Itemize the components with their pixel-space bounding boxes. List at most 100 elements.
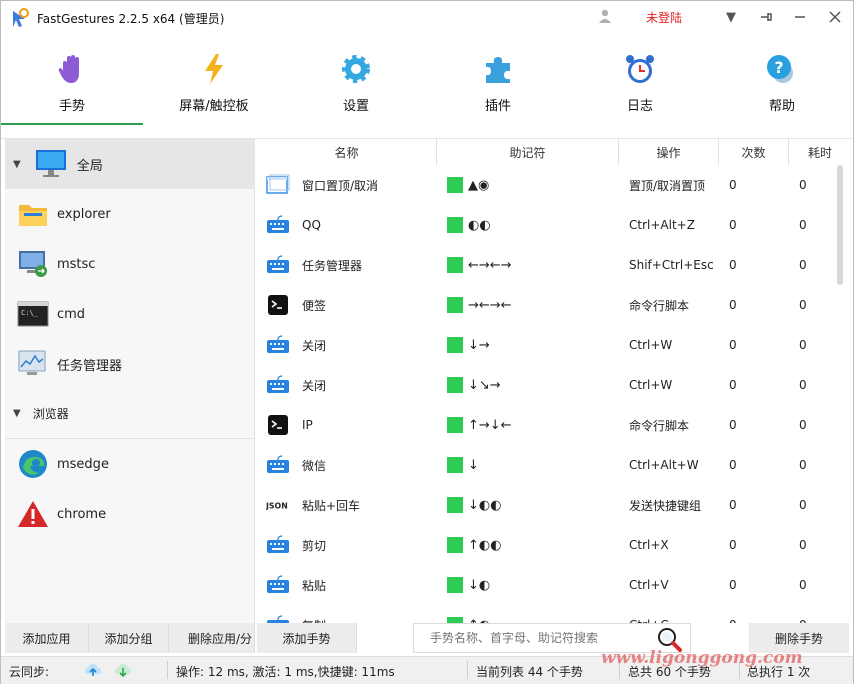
tab-label: 帮助 xyxy=(768,99,795,114)
sidebar-item-label: msedge xyxy=(57,456,109,472)
add-app-button[interactable]: 添加应用 xyxy=(5,623,89,653)
table-row[interactable]: 窗口置顶/取消 ▲◉ 置顶/取消置顶 0 0 xyxy=(257,165,837,205)
mnemonic-cell: ↓ xyxy=(437,457,619,473)
gesture-color-swatch xyxy=(447,537,463,553)
collapse-triangle-icon[interactable]: ▼ xyxy=(13,408,21,419)
table-row[interactable]: 微信 ↓ Ctrl+Alt+W 0 0 xyxy=(257,445,837,485)
tab-label: 设置 xyxy=(342,99,369,114)
mnemonic-cell: ↑◐◐ xyxy=(437,537,619,553)
name-cell: 粘贴 xyxy=(257,573,437,597)
mnemonic-cell: ◐◐ xyxy=(437,217,619,233)
table-header: 名称 助记符 操作 次数 耗时 xyxy=(257,139,851,165)
user-icon[interactable] xyxy=(598,8,612,24)
dropdown-menu-icon[interactable]: ▼ xyxy=(721,7,741,27)
app-logo-icon xyxy=(9,7,31,29)
sidebar-item-label: mstsc xyxy=(57,256,96,272)
gesture-time: 0 xyxy=(799,378,807,392)
svg-text:C:\_: C:\_ xyxy=(21,309,39,317)
table-row[interactable]: 关闭 ↓↘→ Ctrl+W 0 0 xyxy=(257,365,837,405)
warning-icon xyxy=(17,498,49,530)
sidebar-group-browsers[interactable]: ▼ 浏览器 xyxy=(5,389,255,439)
pin-icon[interactable] xyxy=(756,7,776,27)
gesture-count: 0 xyxy=(729,378,737,392)
terminal-icon xyxy=(266,293,290,317)
cloud-upload-icon[interactable] xyxy=(84,661,102,679)
gesture-time: 0 xyxy=(799,578,807,592)
sidebar-item-chrome[interactable]: chrome xyxy=(5,489,255,539)
tab-settings[interactable]: 设置 xyxy=(285,41,427,125)
sidebar-item-label: explorer xyxy=(57,206,111,222)
gesture-time: 0 xyxy=(799,418,807,432)
table-row[interactable]: JSON 粘贴+回车 ↓◐◐ 发送快捷键组 0 0 xyxy=(257,485,837,525)
gesture-count: 0 xyxy=(729,258,737,272)
column-header-name[interactable]: 名称 xyxy=(257,139,437,165)
status-separator xyxy=(167,661,168,679)
help-bubble-icon: ? xyxy=(764,51,800,87)
column-header-operation[interactable]: 操作 xyxy=(619,139,719,165)
sidebar-item-global[interactable]: ▼ 全局 xyxy=(5,139,255,189)
gesture-name: 任务管理器 xyxy=(302,258,363,273)
gesture-color-swatch xyxy=(447,217,463,233)
cloud-download-icon[interactable] xyxy=(114,661,132,679)
name-cell: 关闭 xyxy=(257,333,437,357)
search-input[interactable] xyxy=(430,631,660,645)
tab-help[interactable]: ? 帮助 xyxy=(711,41,853,125)
gesture-mnemonic: ◐◐ xyxy=(468,217,491,233)
gesture-color-swatch xyxy=(447,177,463,193)
close-icon[interactable] xyxy=(825,7,845,27)
table-row[interactable]: 复制↑◐Ctrl+C00 xyxy=(257,605,837,623)
collapse-triangle-icon[interactable]: ▼ xyxy=(13,159,21,170)
add-group-button[interactable]: 添加分组 xyxy=(89,623,169,653)
mnemonic-cell: ↓◐◐ xyxy=(437,497,619,513)
list-count-status: 当前列表 44 个手势 xyxy=(476,665,583,679)
column-header-count[interactable]: 次数 xyxy=(719,139,789,165)
gesture-mnemonic: ↓ xyxy=(468,457,479,473)
window-title: FastGestures 2.2.5 x64 (管理员) xyxy=(37,11,225,26)
sidebar-item-msedge[interactable]: msedge xyxy=(5,439,255,489)
name-cell: 任务管理器 xyxy=(257,253,437,277)
table-row[interactable]: 便签 →←→← 命令行脚本 0 0 xyxy=(257,285,837,325)
delete-app-button[interactable]: 删除应用/分 xyxy=(169,623,255,653)
json-icon: JSON xyxy=(266,493,290,517)
task-manager-icon xyxy=(17,348,49,380)
gesture-name: 剪切 xyxy=(302,538,327,553)
tab-label: 日志 xyxy=(626,99,653,114)
gesture-time: 0 xyxy=(799,298,807,312)
gesture-operation: Ctrl+W xyxy=(629,338,673,352)
table-row[interactable]: 剪切 ↑◐◐ Ctrl+X 0 0 xyxy=(257,525,837,565)
mnemonic-cell: →←→← xyxy=(437,297,619,313)
table-row[interactable]: 关闭 ↓→ Ctrl+W 0 0 xyxy=(257,325,837,365)
table-row[interactable]: 粘贴 ↓◐ Ctrl+V 0 0 xyxy=(257,565,837,605)
tab-log[interactable]: 日志 xyxy=(569,41,711,125)
table-row[interactable]: IP ↑→↓← 命令行脚本 0 0 xyxy=(257,405,837,445)
gesture-operation: Ctrl+Alt+Z xyxy=(629,218,695,232)
gesture-count: 0 xyxy=(729,178,737,192)
mnemonic-cell: ↓◐ xyxy=(437,577,619,593)
gesture-name: QQ xyxy=(302,218,321,232)
tab-gestures[interactable]: 手势 xyxy=(1,41,143,125)
tab-plugins[interactable]: 插件 xyxy=(427,41,569,125)
table-row[interactable]: QQ ◐◐ Ctrl+Alt+Z 0 0 xyxy=(257,205,837,245)
gesture-color-swatch xyxy=(447,497,463,513)
minimize-icon[interactable] xyxy=(790,7,810,27)
sidebar-item-cmd[interactable]: C:\_ cmd xyxy=(5,289,255,339)
add-gesture-button[interactable]: 添加手势 xyxy=(257,623,357,653)
name-cell: JSON 粘贴+回车 xyxy=(257,493,437,517)
sidebar-item-mstsc[interactable]: mstsc xyxy=(5,239,255,289)
table-scrollbar[interactable] xyxy=(837,165,843,285)
tab-screen-touchpad[interactable]: 屏幕/触控板 xyxy=(143,41,285,125)
column-header-mnemonic[interactable]: 助记符 xyxy=(437,139,619,165)
login-link[interactable]: 未登陆 xyxy=(646,9,682,26)
sidebar-item-explorer[interactable]: explorer xyxy=(5,189,255,239)
svg-text:?: ? xyxy=(774,58,783,77)
name-cell: IP xyxy=(257,413,437,437)
table-row[interactable]: 任务管理器 ←→←→ Shif+Ctrl+Esc 0 0 xyxy=(257,245,837,285)
sidebar-item-taskmgr[interactable]: 任务管理器 xyxy=(5,339,255,389)
gesture-name: 关闭 xyxy=(302,338,327,353)
name-cell: 剪切 xyxy=(257,533,437,557)
keyboard-icon xyxy=(266,373,290,397)
sidebar-item-label: chrome xyxy=(57,506,107,522)
column-header-time[interactable]: 耗时 xyxy=(789,139,851,165)
monitor-icon xyxy=(35,148,67,180)
edge-icon xyxy=(17,448,49,480)
